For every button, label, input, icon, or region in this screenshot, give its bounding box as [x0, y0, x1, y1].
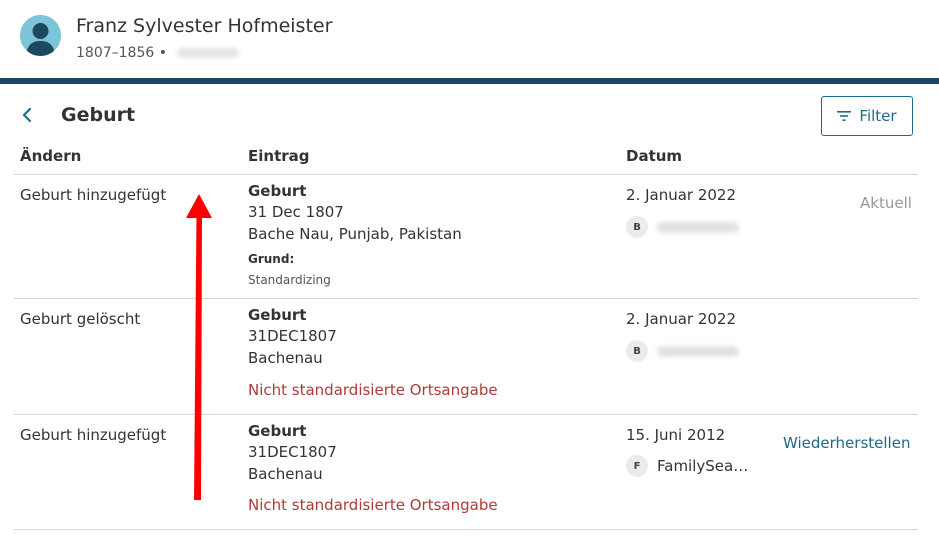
restore-link[interactable]: Wiederherstellen — [783, 434, 910, 452]
entry-title: Geburt — [248, 306, 307, 324]
contributor-initial-icon: B — [626, 340, 648, 362]
contributor[interactable]: F FamilySea… — [626, 455, 748, 477]
entry-title: Geburt — [248, 422, 307, 440]
nonstandard-place-warning: Nicht standardisierte Ortsangabe — [248, 496, 498, 514]
change-date: 15. Juni 2012 — [626, 426, 726, 444]
column-header-date: Datum — [626, 147, 683, 165]
red-arrow-up-icon — [186, 194, 212, 500]
contributor-initial-icon: F — [626, 455, 648, 477]
contributor-initial-icon: B — [626, 216, 648, 238]
person-name[interactable]: Franz Sylvester Hofmeister — [76, 15, 332, 37]
change-type: Geburt hinzugefügt — [20, 426, 167, 444]
entry-place: Bache Nau, Punjab, Pakistan — [248, 225, 462, 243]
reason-text: Standardizing — [248, 273, 331, 287]
filter-label: Filter — [859, 107, 897, 125]
status-current-label: Aktuell — [860, 194, 912, 212]
nonstandard-place-warning: Nicht standardisierte Ortsangabe — [248, 381, 498, 399]
redacted-id — [176, 48, 239, 58]
row-divider — [14, 298, 918, 299]
person-lifespan: 1807–1856 • — [76, 45, 239, 61]
change-type: Geburt gelöscht — [20, 310, 141, 328]
entry-place: Bachenau — [248, 465, 323, 483]
reason-label: Grund: — [248, 252, 295, 266]
contributor[interactable]: B — [626, 340, 739, 362]
header-rule — [14, 174, 918, 175]
filter-icon — [837, 111, 852, 121]
entry-date: 31DEC1807 — [248, 443, 337, 461]
redacted-contributor — [657, 345, 739, 357]
header-divider — [0, 78, 939, 84]
lifespan-text: 1807–1856 • — [76, 45, 167, 61]
back-button[interactable] — [16, 104, 38, 126]
change-type: Geburt hinzugefügt — [20, 186, 167, 204]
filter-button[interactable]: Filter — [821, 96, 913, 136]
column-header-change: Ändern — [20, 147, 82, 165]
chevron-left-icon — [22, 107, 32, 123]
redacted-contributor — [657, 221, 739, 233]
section-title: Geburt — [61, 104, 136, 126]
entry-date: 31DEC1807 — [248, 327, 337, 345]
change-date: 2. Januar 2022 — [626, 310, 737, 328]
contributor-name: FamilySea… — [657, 457, 749, 475]
entry-date: 31 Dec 1807 — [248, 203, 344, 221]
entry-place: Bachenau — [248, 349, 323, 367]
contributor[interactable]: B — [626, 216, 739, 238]
person-avatar-icon[interactable] — [20, 15, 61, 56]
column-header-entry: Eintrag — [248, 147, 310, 165]
row-divider — [14, 414, 918, 415]
entry-title: Geburt — [248, 182, 307, 200]
change-date: 2. Januar 2022 — [626, 186, 737, 204]
row-divider — [14, 529, 918, 530]
person-header: Franz Sylvester Hofmeister 1807–1856 • — [0, 0, 939, 78]
